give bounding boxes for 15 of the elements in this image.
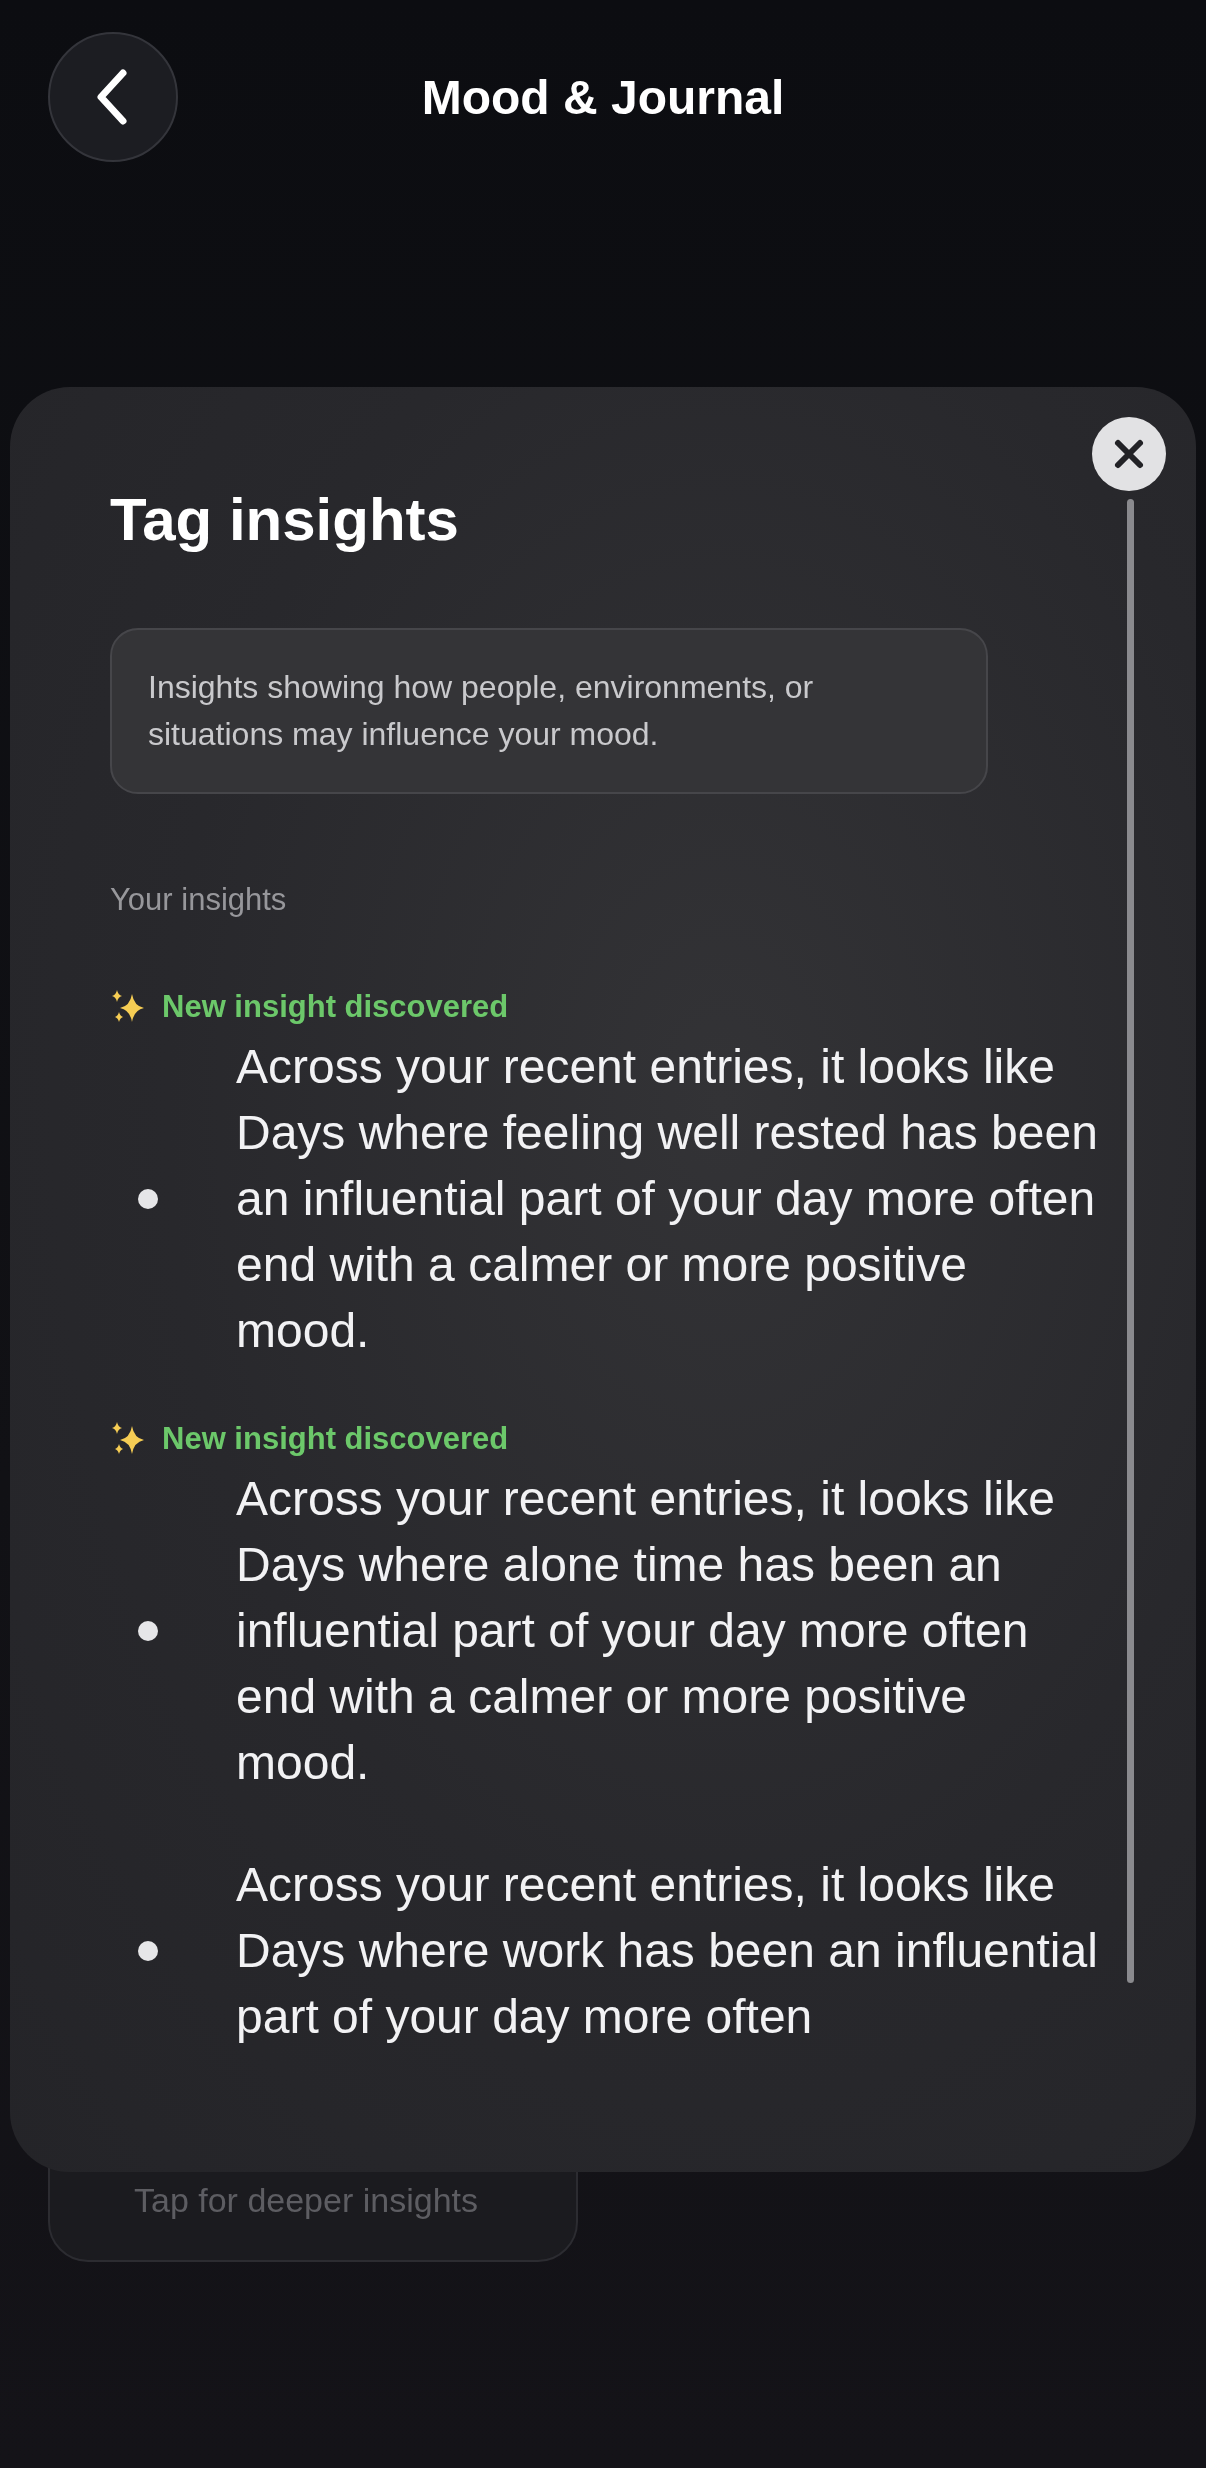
- insight-text: Across your recent entries, it looks like Days where feeling well rested has been an influential part of your day more often end with a calmer or more positive mood.: [236, 1039, 1099, 1359]
- bullet-icon: [138, 1621, 158, 1641]
- screen-title: Mood & Journal: [421, 70, 785, 124]
- insight-label: New insight discovered: [162, 1421, 509, 1457]
- scrollbar[interactable]: [1127, 499, 1134, 1983]
- description-text: Insights showing how people, environments, or situations may influence your mood.: [110, 628, 988, 794]
- card-hint: Tap for deeper insights: [134, 2181, 478, 2220]
- insight-label: New insight discovered: [162, 989, 509, 1025]
- bullet-icon: [138, 1189, 158, 1209]
- close-icon: [1113, 438, 1145, 470]
- sheet-title: Tag insights: [110, 485, 459, 554]
- section-label: Your insights: [110, 882, 287, 918]
- insight-text: Across your recent entries, it looks like Days where alone time has been an influential part of your day more often end with a calmer or more positive mood.: [236, 1471, 1056, 1791]
- insight-text: Across your recent entries, it looks like Days where work has been an influential part of your day more often: [236, 1857, 1099, 2045]
- bullet-icon: [138, 1941, 158, 1961]
